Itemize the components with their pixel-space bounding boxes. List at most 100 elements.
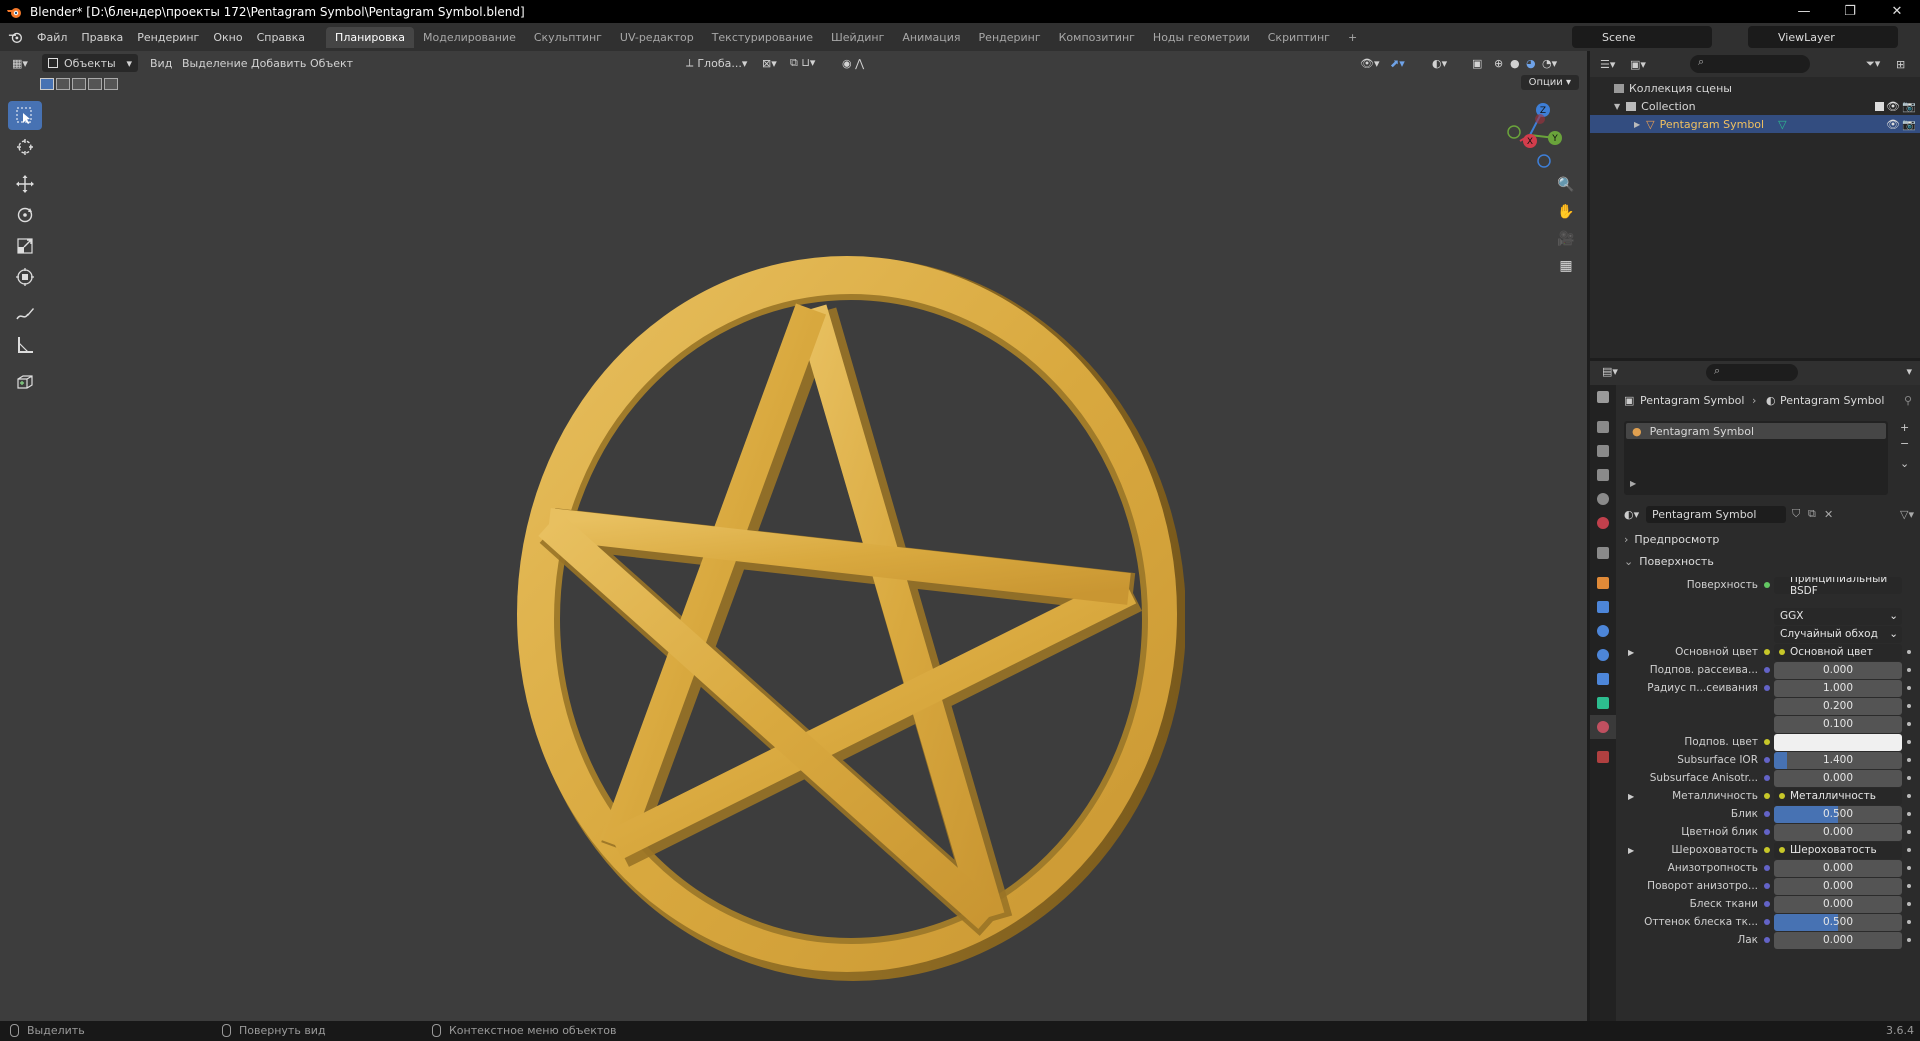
tab-geometry-nodes[interactable]: Ноды геометрии [1144,27,1259,48]
tab-physics[interactable] [1590,643,1616,667]
render-camera-icon[interactable]: 📷 [1902,100,1916,113]
tree-scene-collection[interactable]: Коллекция сцены [1590,79,1920,97]
zoom-icon[interactable]: 🔍 [1553,172,1579,198]
shader-input-field[interactable]: Металличность [1774,787,1902,805]
distribution-select[interactable]: GGX ⌄ [1774,607,1902,625]
material-slot-item[interactable]: ● Pentagram Symbol [1626,423,1886,439]
expand-arrow-icon[interactable]: ▶ [1628,846,1634,855]
keyframe-dot-icon[interactable] [1907,686,1911,690]
material-name-field[interactable]: Pentagram Symbol [1646,505,1786,523]
tab-layout[interactable]: Планировка [326,26,415,48]
tab-data[interactable] [1590,691,1616,715]
tab-view-layer[interactable] [1590,463,1616,487]
camera-view-icon[interactable]: 🎥 [1553,226,1579,252]
navigation-gizmo[interactable]: Z Y X [1500,99,1570,169]
properties-editor-icon[interactable]: ▤▾ [1602,365,1618,378]
editor-type-icon[interactable]: ▦▾ [12,54,28,72]
exclude-checkbox[interactable] [1875,101,1884,111]
blender-menu-icon[interactable] [8,30,24,44]
new-collection-icon[interactable]: ⊞ [1896,58,1905,71]
tab-modifiers[interactable] [1590,595,1616,619]
expand-arrow-icon[interactable]: ▼ [1614,102,1620,111]
keyframe-dot-icon[interactable] [1907,668,1911,672]
overlay-icon[interactable]: ◐▾ [1432,54,1447,72]
menu-select[interactable]: Выделение [182,54,248,72]
transform-tool[interactable] [8,262,42,291]
tab-render[interactable] [1590,415,1616,439]
minimize-button[interactable]: — [1781,0,1827,23]
menu-view[interactable]: Вид [150,54,172,72]
scene-selector[interactable]: Scene [1572,26,1712,48]
annotate-tool[interactable] [8,299,42,328]
select-mode-buttons[interactable] [40,75,118,93]
expand-arrow-icon[interactable]: ▶ [1628,792,1634,801]
close-button[interactable]: ✕ [1874,0,1920,23]
keyframe-dot-icon[interactable] [1907,830,1911,834]
pan-hand-icon[interactable]: ✋ [1553,199,1579,225]
fake-user-icon[interactable]: ⛉ [1792,507,1800,521]
keyframe-dot-icon[interactable] [1907,812,1911,816]
menu-file[interactable]: Файл [30,31,74,44]
tab-sculpting[interactable]: Скульптинг [525,27,611,48]
slot-menu-icon[interactable]: ⌄ [1900,457,1909,470]
scale-tool[interactable] [8,231,42,260]
pin-icon[interactable]: ⚲ [1904,394,1912,407]
visibility-eye-icon[interactable]: 👁 [1886,100,1900,113]
material-slot-list[interactable]: ● Pentagram Symbol ▶ [1624,421,1888,495]
shader-input-field[interactable]: Шероховатость [1774,841,1902,859]
keyframe-dot-icon[interactable] [1907,884,1911,888]
shader-input-field[interactable]: 0.000 [1774,931,1902,949]
menu-add[interactable]: Добавить [251,54,306,72]
mesh-data-icon[interactable]: ▽ [1778,118,1786,131]
panel-preview[interactable]: › Предпросмотр [1620,529,1916,549]
tab-object[interactable] [1590,571,1616,595]
shader-input-field[interactable]: 0.000 [1774,769,1902,787]
menu-render[interactable]: Рендеринг [130,31,206,44]
shader-input-field[interactable]: 0.200 [1774,697,1902,715]
shader-input-field[interactable]: 0.000 [1774,859,1902,877]
tab-material[interactable] [1590,715,1616,739]
menu-help[interactable]: Справка [250,31,312,44]
rotate-tool[interactable] [8,200,42,229]
render-camera-icon[interactable]: 📷 [1902,118,1916,131]
tab-animation[interactable]: Анимация [893,27,969,48]
maximize-button[interactable]: ❐ [1827,0,1873,23]
tab-shading[interactable]: Шейдинг [822,27,893,48]
expand-arrow-icon[interactable]: ▶ [1628,648,1634,657]
menu-object[interactable]: Объект [310,54,353,72]
remove-slot-button[interactable]: − [1900,437,1909,450]
shader-input-field[interactable]: 0.000 [1774,895,1902,913]
keyframe-dot-icon[interactable] [1907,650,1911,654]
add-cube-tool[interactable] [8,367,42,396]
snap-icon[interactable]: ⧉ ⊔▾ [790,54,815,72]
properties-search-input[interactable]: ⌕ [1706,364,1798,381]
duplicate-icon[interactable]: ⧉ [1808,507,1816,521]
expand-arrow-icon[interactable]: ▶ [1630,479,1636,488]
tab-collection[interactable] [1590,541,1616,565]
solid-shading-icon[interactable]: ● [1510,54,1520,72]
visibility-icon[interactable]: 👁▾ [1360,54,1380,72]
keyframe-dot-icon[interactable] [1907,722,1911,726]
transform-orientation[interactable]: ⟂ Глоба... ▾ [686,54,747,72]
keyframe-dot-icon[interactable] [1907,920,1911,924]
tab-compositing[interactable]: Композитинг [1050,27,1144,48]
keyframe-dot-icon[interactable] [1907,848,1911,852]
surface-shader-field[interactable]: Принципиальный BSDF [1774,576,1902,594]
shader-input-field[interactable]: Основной цвет [1774,643,1902,661]
keyframe-dot-icon[interactable] [1907,866,1911,870]
shader-input-field[interactable]: 1.000 [1774,679,1902,697]
measure-tool[interactable] [8,330,42,359]
display-mode-icon[interactable]: ▣▾ [1630,58,1646,71]
keyframe-dot-icon[interactable] [1907,704,1911,708]
shader-input-field[interactable]: 1.400 [1774,751,1902,769]
panel-surface[interactable]: ⌄ Поверхность [1620,551,1916,571]
shader-input-field[interactable]: 0.000 [1774,661,1902,679]
shader-input-field[interactable]: 0.500 [1774,913,1902,931]
tab-scripting[interactable]: Скриптинг [1259,27,1339,48]
browse-mesh-icon[interactable]: ▽▾ [1900,508,1914,521]
keyframe-dot-icon[interactable] [1907,794,1911,798]
keyframe-dot-icon[interactable] [1907,740,1911,744]
menu-edit[interactable]: Правка [74,31,130,44]
filter-icon[interactable]: ⏷▾ [1866,57,1880,71]
xray-icon[interactable]: ▣ [1472,54,1482,72]
